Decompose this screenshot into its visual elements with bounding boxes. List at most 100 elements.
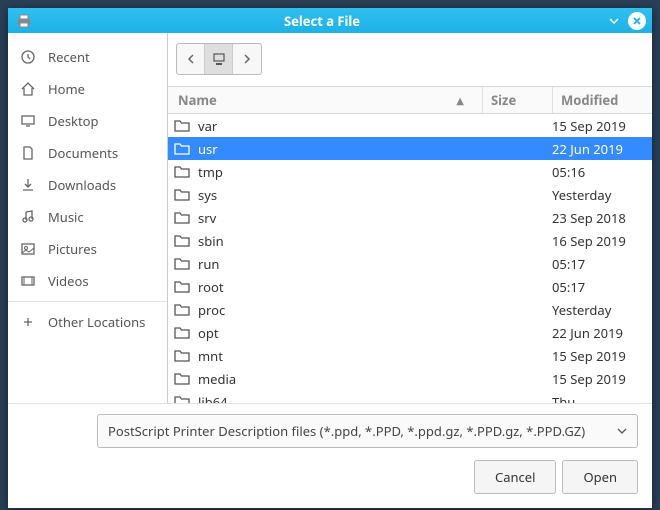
file-row[interactable]: sys Yesterday [168, 183, 652, 206]
file-modified: Yesterday [552, 301, 644, 319]
folder-icon [174, 119, 190, 132]
sidebar-item-recent[interactable]: Recent [8, 41, 167, 73]
sidebar-item-label: Videos [48, 272, 89, 290]
folder-icon [174, 211, 190, 224]
main-pane: Name▲ Size Modified var15 Sep 2019usr22 … [168, 33, 652, 403]
path-back-button[interactable] [177, 44, 205, 74]
file-modified: 16 Sep 2019 [552, 232, 644, 250]
file-row[interactable]: mnt 15 Sep 2019 [168, 344, 652, 367]
file-row[interactable]: proc Yesterday [168, 298, 652, 321]
file-name: media [198, 370, 492, 388]
file-name: srv [198, 209, 492, 227]
folder-icon [174, 303, 190, 316]
sort-asc-icon: ▲ [456, 93, 464, 107]
sidebar-item-pictures[interactable]: Pictures [8, 233, 167, 265]
folder-icon [174, 372, 190, 385]
sidebar-item-desktop[interactable]: Desktop [8, 105, 167, 137]
sidebar-item-label: Recent [48, 48, 90, 66]
sidebar-item-label: Downloads [48, 176, 116, 194]
file-type-filter[interactable]: PostScript Printer Description files (*.… [97, 414, 638, 448]
chevron-down-icon [617, 428, 627, 434]
sidebar-item-home[interactable]: Home [8, 73, 167, 105]
folder-icon [174, 349, 190, 362]
recent-icon [20, 49, 36, 65]
sidebar-item-documents[interactable]: Documents [8, 137, 167, 169]
sidebar-item-other-locations[interactable]: Other Locations [8, 306, 167, 338]
filter-label: PostScript Printer Description files (*.… [108, 422, 585, 440]
file-row[interactable]: opt22 Jun 2019 [168, 321, 652, 344]
file-name: opt [198, 324, 492, 342]
file-list[interactable]: var15 Sep 2019usr22 Jun 2019tmp05:16sysY… [168, 114, 652, 403]
file-row[interactable]: srv 23 Sep 2018 [168, 206, 652, 229]
open-button[interactable]: Open [562, 460, 638, 494]
folder-icon [174, 142, 190, 155]
sidebar-item-label: Desktop [48, 112, 99, 130]
music-icon [20, 209, 36, 225]
dialog-body: Recent Home Desktop Documents Downloads Music… [8, 33, 652, 403]
path-forward-button[interactable] [233, 44, 261, 74]
sidebar-item-label: Pictures [48, 240, 97, 258]
file-row[interactable]: root 05:17 [168, 275, 652, 298]
window-title: Select a File [40, 12, 604, 30]
file-modified: 05:17 [552, 255, 644, 273]
folder-icon [174, 234, 190, 247]
file-modified: 22 Jun 2019 [552, 140, 644, 158]
file-dialog: Select a File Recent Home Desktop Documents… [8, 8, 652, 508]
file-modified: 05:16 [552, 163, 644, 181]
folder-icon [174, 188, 190, 201]
plus-icon [20, 314, 36, 330]
file-modified: 23 Sep 2018 [552, 209, 644, 227]
file-name: root [198, 278, 492, 296]
list-header: Name ▲ Size Modified [168, 86, 652, 114]
file-row[interactable]: run 05:17 [168, 252, 652, 275]
column-size[interactable]: Size [482, 87, 552, 113]
file-modified: Thu [552, 393, 644, 404]
pictures-icon [20, 241, 36, 257]
places-sidebar: Recent Home Desktop Documents Downloads Music… [8, 33, 168, 403]
sidebar-item-downloads[interactable]: Downloads [8, 169, 167, 201]
file-name: tmp [198, 163, 492, 181]
close-button[interactable] [628, 12, 646, 30]
folder-icon [174, 257, 190, 270]
file-row[interactable]: lib64 Thu [168, 390, 652, 403]
path-bar [168, 33, 652, 86]
file-modified: Yesterday [552, 186, 644, 204]
path-root-button[interactable] [205, 44, 233, 74]
file-row[interactable]: usr22 Jun 2019 [168, 137, 652, 160]
file-modified: 15 Sep 2019 [552, 370, 644, 388]
file-name: mnt [198, 347, 492, 365]
sidebar-item-music[interactable]: Music [8, 201, 167, 233]
sidebar-item-label: Other Locations [48, 313, 145, 331]
column-name[interactable]: Name ▲ [168, 87, 482, 113]
bottom-bar: PostScript Printer Description files (*.… [8, 403, 652, 508]
file-modified: 15 Sep 2019 [552, 347, 644, 365]
sidebar-item-label: Home [48, 80, 85, 98]
downloads-icon [20, 177, 36, 193]
printer-icon [16, 13, 32, 29]
column-name-label: Name [178, 91, 217, 109]
column-modified[interactable]: Modified [552, 87, 652, 113]
file-name: var [198, 117, 492, 135]
minimize-button[interactable] [604, 11, 624, 31]
file-name: sbin [198, 232, 492, 250]
folder-icon [174, 326, 190, 339]
folder-icon [174, 395, 190, 403]
sidebar-item-label: Music [48, 208, 84, 226]
sidebar-item-label: Documents [48, 144, 118, 162]
cancel-button[interactable]: Cancel [474, 460, 556, 494]
file-name: run [198, 255, 492, 273]
path-buttons [176, 43, 262, 75]
action-buttons: Cancel Open [22, 460, 638, 498]
file-name: proc [198, 301, 492, 319]
file-row[interactable]: tmp 05:16 [168, 160, 652, 183]
videos-icon [20, 273, 36, 289]
file-name: lib64 [198, 393, 492, 404]
titlebar[interactable]: Select a File [8, 8, 652, 33]
folder-icon [174, 165, 190, 178]
file-row[interactable]: sbin 16 Sep 2019 [168, 229, 652, 252]
file-modified: 05:17 [552, 278, 644, 296]
file-name: sys [198, 186, 492, 204]
sidebar-item-videos[interactable]: Videos [8, 265, 167, 297]
file-row[interactable]: var15 Sep 2019 [168, 114, 652, 137]
file-row[interactable]: media 15 Sep 2019 [168, 367, 652, 390]
